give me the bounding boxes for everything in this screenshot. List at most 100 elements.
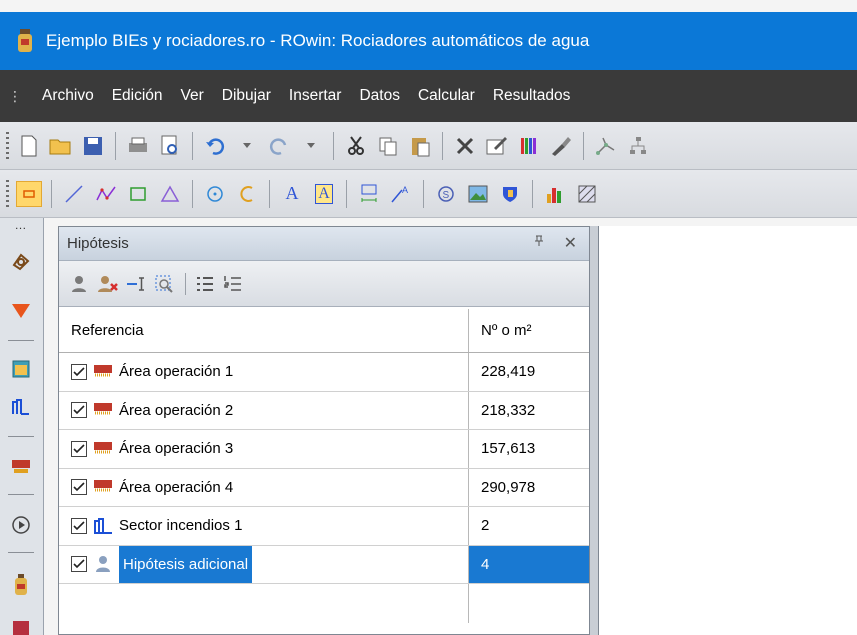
row-label: Área operación 1 [119, 363, 234, 381]
title-bar: Ejemplo BIEs y rociadores.ro - ROwin: Ro… [0, 12, 857, 70]
table-row[interactable]: Área operación 1 228,419 [59, 353, 589, 392]
remove-user-icon[interactable] [97, 273, 119, 295]
row-reference-cell: Hipótesis adicional [59, 545, 469, 583]
brush-icon[interactable] [548, 133, 574, 159]
toolbar-separator [185, 272, 186, 295]
sector-icon[interactable] [10, 396, 32, 418]
close-icon[interactable]: ✕ [564, 233, 577, 253]
copy-icon[interactable] [375, 133, 401, 159]
row-checkbox[interactable] [71, 517, 87, 534]
menu-ver[interactable]: Ver [181, 87, 204, 105]
operation-area-icon [93, 363, 113, 381]
colors-icon[interactable] [516, 133, 542, 159]
arc-icon[interactable] [234, 181, 260, 207]
cut-icon[interactable] [343, 133, 369, 159]
table-row[interactable]: Sector incendios 1 2 [59, 507, 589, 546]
select-icon[interactable] [16, 180, 42, 207]
column-header-value[interactable]: Nº o m² [469, 309, 589, 352]
window-icon[interactable] [10, 358, 32, 380]
dock-overflow-icon[interactable]: … [10, 218, 32, 232]
operation-area-icon[interactable] [10, 456, 32, 478]
operation-area-icon [93, 401, 113, 419]
table-row-selected[interactable]: Hipótesis adicional 4 [59, 545, 589, 584]
row-checkbox[interactable] [71, 479, 87, 496]
delete-icon[interactable] [452, 133, 478, 159]
paste-icon[interactable] [407, 133, 433, 159]
menu-datos[interactable]: Datos [359, 87, 400, 105]
hatch-icon[interactable] [574, 181, 600, 207]
toolbar-separator [346, 179, 347, 208]
shield-icon[interactable] [497, 181, 523, 207]
redo-dropdown-icon[interactable] [298, 133, 324, 159]
circle-icon[interactable] [202, 181, 228, 207]
open-folder-icon[interactable] [48, 133, 74, 159]
toolbar-grip[interactable] [6, 179, 9, 208]
layers-icon[interactable] [10, 250, 32, 272]
row-value: 4 [469, 545, 589, 583]
edit-icon[interactable] [484, 133, 510, 159]
undo-icon[interactable] [202, 133, 228, 159]
zoom-selection-icon[interactable] [153, 273, 175, 295]
numbered-list-icon[interactable] [222, 273, 244, 295]
panel-splitter[interactable] [590, 226, 598, 635]
polyline-icon[interactable] [93, 181, 119, 207]
dock-separator [8, 494, 34, 495]
rectangle-icon[interactable] [125, 181, 151, 207]
triangle-icon[interactable] [157, 181, 183, 207]
drawing-toolbar: A A A S [0, 170, 857, 218]
play-icon[interactable] [10, 514, 32, 536]
row-value: 228,419 [481, 363, 536, 381]
line-icon[interactable] [61, 181, 87, 207]
image-icon[interactable] [465, 181, 491, 207]
menu-resultados[interactable]: Resultados [493, 87, 571, 105]
menu-insertar[interactable]: Insertar [289, 87, 342, 105]
funnel-icon[interactable] [10, 300, 32, 322]
undo-dropdown-icon[interactable] [234, 133, 260, 159]
insert-icon[interactable] [125, 273, 147, 295]
table-row[interactable]: Área operación 2 218,332 [59, 391, 589, 430]
table-row[interactable]: Área operación 3 157,613 [59, 430, 589, 469]
toolbar-grip[interactable] [6, 131, 9, 160]
toolbar-separator [442, 131, 443, 160]
text-icon[interactable]: A [279, 181, 305, 207]
row-value: 290,978 [481, 478, 536, 496]
extinguisher-icon[interactable] [10, 574, 32, 596]
new-file-icon[interactable] [16, 133, 42, 159]
menu-calcular[interactable]: Calcular [418, 87, 475, 105]
table-row-empty[interactable] [59, 584, 589, 623]
menu-dibujar[interactable]: Dibujar [222, 87, 271, 105]
network-icon[interactable] [593, 133, 619, 159]
row-reference-cell: Sector incendios 1 [59, 507, 469, 545]
standard-toolbar [0, 122, 857, 170]
text-box-icon[interactable]: A [311, 181, 337, 207]
drawing-canvas[interactable] [598, 226, 857, 635]
toolbar-separator [192, 131, 193, 160]
save-icon[interactable] [80, 133, 106, 159]
row-label: Área operación 4 [119, 478, 234, 496]
row-label: Área operación 3 [119, 440, 234, 458]
pin-icon[interactable] [533, 235, 545, 250]
print-icon[interactable] [125, 133, 151, 159]
chart-icon[interactable] [542, 181, 568, 207]
redo-icon[interactable] [266, 133, 292, 159]
menu-edicion[interactable]: Edición [112, 87, 163, 105]
row-checkbox[interactable] [71, 440, 87, 457]
menu-grip-icon[interactable]: ⋮ [8, 88, 24, 105]
menu-archivo[interactable]: Archivo [42, 87, 94, 105]
panel-icon[interactable] [10, 616, 32, 635]
dimension-icon[interactable] [356, 181, 382, 207]
row-checkbox[interactable] [71, 363, 87, 380]
hierarchy-icon[interactable] [625, 133, 651, 159]
row-checkbox[interactable] [71, 402, 87, 419]
symbol-icon[interactable]: S [433, 181, 459, 207]
print-preview-icon[interactable] [157, 133, 183, 159]
row-value: 2 [481, 517, 490, 535]
row-checkbox[interactable] [71, 556, 87, 573]
list-icon[interactable] [194, 273, 216, 295]
measure-icon[interactable]: A [388, 181, 414, 207]
hipotesis-table: Referencia Nº o m² Área operación 1 228,… [59, 309, 589, 623]
add-user-icon[interactable] [69, 273, 91, 295]
table-row[interactable]: Área operación 4 290,978 [59, 468, 589, 507]
column-header-referencia[interactable]: Referencia [59, 309, 469, 352]
svg-text:A: A [402, 185, 408, 195]
